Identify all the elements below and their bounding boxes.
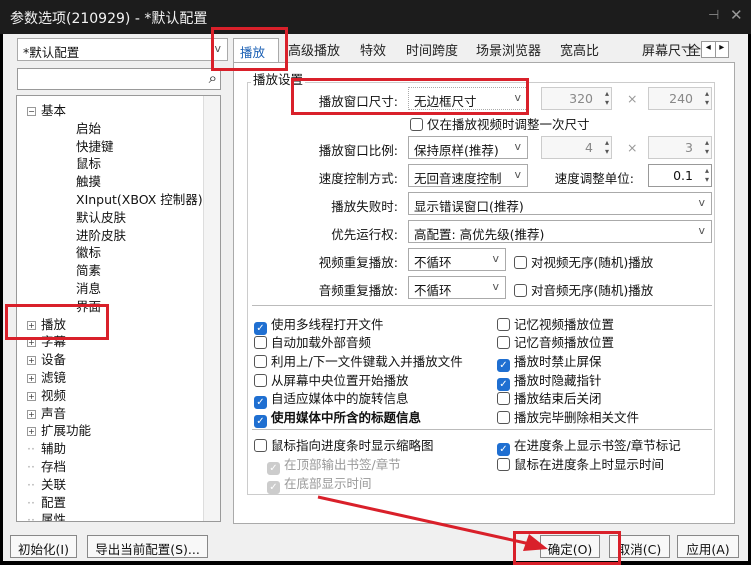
annotation-arrow [317,495,548,551]
